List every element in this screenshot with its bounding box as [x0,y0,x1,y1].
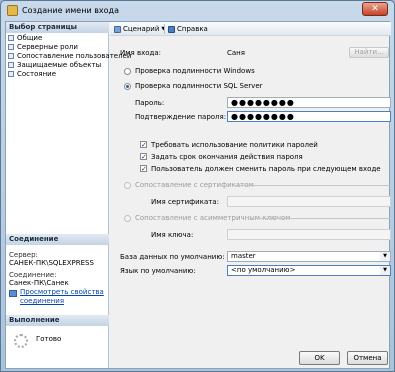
page-item-general[interactable]: Общие [8,33,42,42]
sql-auth-radio[interactable] [124,83,131,90]
connection-label: Соединение: [9,271,57,279]
page-icon [8,61,14,68]
help-icon [168,25,175,33]
page-item-status[interactable]: Состояние [8,69,56,78]
certificate-radio[interactable] [124,182,131,189]
find-button[interactable]: Найти... [349,47,389,58]
enforce-policy-label: Требовать использование политики паролей [151,141,318,149]
asymmetric-key-divider [260,218,391,219]
server-value: САНЕК-ПК\SQLEXPRESS [9,259,94,267]
dialog-window: Создание имени входа ✕ Выбор страницы Об… [0,0,395,372]
enforce-expiration-label: Задать срок окончания действия пароля [151,153,303,161]
default-database-select[interactable]: master ▼ [227,251,391,262]
sql-auth-label: Проверка подлинности SQL Server [135,82,263,90]
dialog-footer: OK Отмена [110,348,391,368]
page-icon [8,70,14,77]
connection-header: Соединение [6,234,109,245]
window-title: Создание имени входа [22,6,119,15]
progress-header: Выполнение [6,315,109,326]
page-item-label: Состояние [17,69,57,78]
app-icon [7,5,18,16]
general-page: Имя входа: Саня Найти... Проверка подлин… [110,37,391,347]
toolbar: Сценарий ▼ Справка [110,22,391,36]
key-name-input[interactable] [227,229,391,240]
ok-button[interactable]: OK [299,351,340,365]
page-item-label: Общие [17,33,43,42]
password-input[interactable]: ●●●●●●●● [227,97,391,108]
login-name-label: Имя входа: [120,49,161,57]
progress-status: Готово [36,335,62,343]
left-panel: Выбор страницы Общие Серверные роли Сопо… [6,22,131,368]
view-connection-properties-link[interactable]: Просмотреть свойства соединения [20,288,104,306]
help-button[interactable]: Справка [168,24,208,34]
page-icon [8,34,14,41]
page-item-server-roles[interactable]: Серверные роли [8,42,78,51]
default-database-value: master [231,252,256,260]
progress-spinner-icon [14,334,28,348]
default-language-value: <по умолчанию> [231,266,296,274]
default-language-label: Язык по умолчанию: [120,267,196,275]
confirm-password-input[interactable]: ●●●●●●●● [227,111,391,122]
title-bar[interactable]: Создание имени входа ✕ [1,1,394,21]
close-button[interactable]: ✕ [362,2,388,16]
script-button[interactable]: Сценарий ▼ [114,24,165,34]
enforce-policy-checkbox[interactable]: ✓ [140,141,147,149]
asymmetric-key-radio[interactable] [124,215,131,222]
properties-icon [9,290,17,297]
certificate-name-label: Имя сертификата: [151,198,219,206]
toolbar-separator [164,24,165,34]
link-line-1: Просмотреть свойства [20,288,104,296]
help-label: Справка [177,25,208,33]
page-icon [8,52,14,59]
default-language-select[interactable]: <по умолчанию> ▼ [227,265,391,276]
select-page-header: Выбор страницы [6,22,109,33]
chevron-down-icon: ▼ [380,266,390,275]
script-icon [114,25,121,33]
page-item-securables[interactable]: Защищаемые объекты [8,60,101,69]
key-name-label: Имя ключа: [151,231,194,239]
link-line-2: соединения [20,297,65,305]
password-label: Пароль: [135,99,165,107]
windows-auth-label: Проверка подлинности Windows [135,67,255,75]
page-item-label: Защищаемые объекты [17,60,102,69]
must-change-checkbox[interactable]: ✓ [140,165,147,173]
certificate-name-input[interactable] [227,196,391,207]
script-label: Сценарий [123,25,160,33]
page-icon [8,43,14,50]
page-item-label: Серверные роли [17,42,78,51]
certificate-divider [234,185,391,186]
connection-value: Санек-ПК\Санек [9,279,69,287]
enforce-expiration-checkbox[interactable]: ✓ [140,153,147,161]
default-database-label: База данных по умолчанию: [120,253,225,261]
cancel-button[interactable]: Отмена [347,351,388,365]
chevron-down-icon: ▼ [380,252,390,261]
must-change-label: Пользователь должен сменить пароль при с… [151,165,381,173]
server-label: Сервер: [9,251,38,259]
windows-auth-radio[interactable] [124,68,131,75]
confirm-password-label: Подтверждение пароля: [135,113,227,121]
dialog-body: Выбор страницы Общие Серверные роли Сопо… [5,21,391,369]
login-name-field[interactable]: Саня [227,49,245,57]
